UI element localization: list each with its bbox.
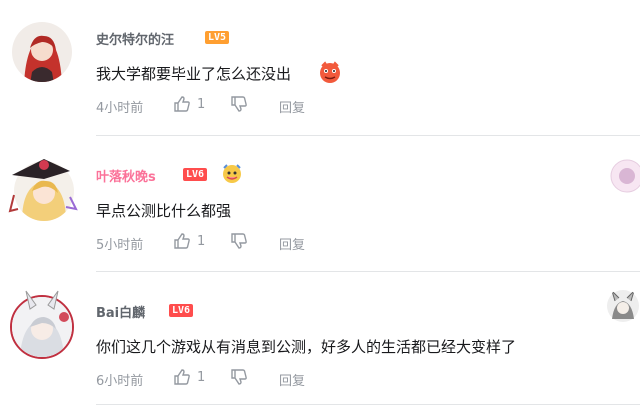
username[interactable]: Bai白麟: [96, 302, 145, 321]
medal-icon: [221, 163, 243, 189]
thumbs-up-icon[interactable]: [173, 95, 191, 117]
divider: [96, 135, 640, 136]
comment-text: 你们这几个游戏从有消息到公测，好多人的生活都已经大变样了: [96, 338, 517, 356]
comment-item: 史尔特尔的汪 LV5 我大学都要毕业了怎么还没出 4小时前 1 回复: [0, 0, 640, 136]
side-avatar[interactable]: [610, 159, 640, 193]
comment-time: 5小时前: [96, 238, 144, 253]
avatar[interactable]: [4, 151, 80, 227]
username[interactable]: 史尔特尔的汪: [96, 29, 174, 48]
reply-button[interactable]: 回复: [279, 234, 305, 253]
avatar[interactable]: [4, 14, 80, 90]
reply-button[interactable]: 回复: [279, 370, 305, 389]
like-count: 1: [197, 234, 206, 249]
comment-time: 4小时前: [96, 101, 144, 116]
level-badge: LV6: [183, 168, 208, 181]
like-count: 1: [197, 97, 206, 112]
thumbs-down-icon[interactable]: [230, 95, 248, 117]
comment-item: Bai白麟 LV6 你们这几个游戏从有消息到公测，好多人的生活都已经大变样了 6…: [0, 273, 640, 409]
username[interactable]: 叶落秋晚s: [96, 166, 156, 185]
thumbs-up-icon[interactable]: [173, 368, 191, 390]
like-count: 1: [197, 370, 206, 385]
comment-text: 早点公测比什么都强: [96, 202, 232, 220]
level-badge: LV6: [169, 304, 194, 317]
level-badge: LV5: [205, 31, 230, 44]
emoji-icon: [318, 60, 342, 88]
comment-item: 叶落秋晚s LV6 早点公测比什么都强 5小时前 1 回复: [0, 137, 640, 273]
thumbs-down-icon[interactable]: [230, 368, 248, 390]
comment-text: 我大学都要毕业了怎么还没出: [96, 65, 292, 83]
thumbs-up-icon[interactable]: [173, 232, 191, 254]
divider: [96, 404, 640, 405]
reply-button[interactable]: 回复: [279, 97, 305, 116]
comment-time: 6小时前: [96, 374, 144, 389]
side-avatar[interactable]: [606, 289, 640, 323]
divider: [96, 271, 640, 272]
avatar[interactable]: [4, 287, 80, 363]
thumbs-down-icon[interactable]: [230, 232, 248, 254]
